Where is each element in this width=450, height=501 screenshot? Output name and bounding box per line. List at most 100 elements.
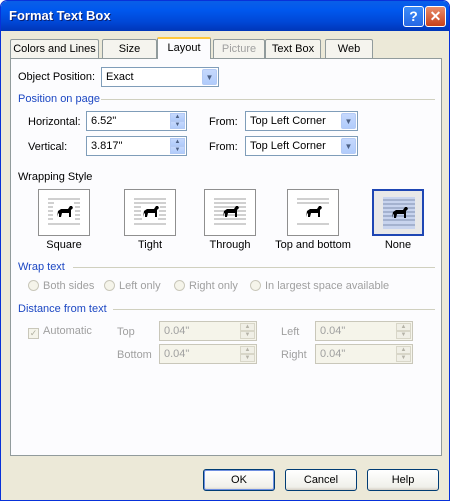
automatic-checkbox[interactable]: ✓ Automatic (28, 325, 92, 339)
wrap-tight-button[interactable] (124, 189, 176, 236)
tab-colors-and-lines[interactable]: Colors and Lines (10, 39, 99, 58)
spin-up-icon[interactable]: ▲ (396, 346, 411, 354)
question-mark-icon: ? (409, 8, 418, 24)
vertical-from-label: From: (209, 141, 238, 153)
radio-label: In largest space available (265, 280, 390, 292)
title-bar[interactable]: Format Text Box ? ✕ (1, 1, 449, 31)
tab-label: Colors and Lines (13, 43, 96, 55)
wrap-tight-label: Tight (137, 239, 163, 251)
spin-down-icon[interactable]: ▼ (240, 354, 255, 362)
spin-down-icon[interactable]: ▼ (170, 121, 185, 129)
tab-strip: Colors and Lines Size Layout Picture Tex… (10, 37, 440, 59)
chevron-down-icon[interactable]: ▼ (341, 113, 356, 129)
wrap-through-label: Through (209, 239, 251, 251)
horizontal-label: Horizontal: (28, 116, 81, 128)
horizontal-from-label: From: (209, 116, 238, 128)
wrap-both-sides-radio[interactable]: Both sides (28, 280, 94, 293)
format-text-box-dialog: Format Text Box ? ✕ Colors and Lines Siz… (0, 0, 450, 501)
wrap-none-icon (383, 197, 415, 229)
top-spinner[interactable]: 0.04" ▲ ▼ (159, 321, 257, 341)
wrap-top-bottom-label: Top and bottom (275, 239, 351, 251)
wrap-through-icon (214, 196, 246, 228)
tab-picture: Picture (213, 39, 265, 58)
tab-label: Size (118, 43, 141, 55)
wrap-largest-space-radio[interactable]: In largest space available (250, 280, 389, 293)
spin-down-icon[interactable]: ▼ (396, 354, 411, 362)
radio-icon (174, 280, 185, 291)
chevron-down-icon[interactable]: ▼ (341, 138, 356, 154)
object-position-label: Object Position: (18, 71, 96, 83)
top-value: 0.04" (164, 325, 190, 337)
divider (73, 267, 435, 268)
radio-icon (28, 280, 39, 291)
check-icon: ✓ (28, 328, 39, 339)
tab-layout[interactable]: Layout (157, 37, 211, 59)
wrap-tight-icon (134, 196, 166, 228)
tab-web[interactable]: Web (325, 39, 373, 58)
spin-down-icon[interactable]: ▼ (170, 146, 185, 154)
radio-label: Left only (119, 280, 161, 292)
close-icon: ✕ (429, 8, 442, 24)
wrap-through-button[interactable] (204, 189, 256, 236)
vertical-from-select[interactable]: Top Left Corner ▼ (245, 136, 358, 156)
spin-up-icon[interactable]: ▲ (396, 323, 411, 331)
radio-label: Both sides (43, 280, 95, 292)
close-title-button[interactable]: ✕ (425, 6, 446, 27)
wrap-square-icon (48, 196, 80, 228)
checkbox-label: Automatic (43, 325, 92, 337)
chevron-down-icon[interactable]: ▼ (202, 69, 217, 85)
spin-down-icon[interactable]: ▼ (240, 331, 255, 339)
position-on-page-heading: Position on page (18, 93, 100, 105)
dialog-title: Format Text Box (9, 8, 111, 23)
tab-label: Web (337, 43, 361, 55)
wrap-right-only-radio[interactable]: Right only (174, 280, 238, 293)
horizontal-from-value: Top Left Corner (250, 115, 326, 127)
spin-up-icon[interactable]: ▲ (240, 323, 255, 331)
radio-icon (250, 280, 261, 291)
left-value: 0.04" (320, 325, 346, 337)
divider (101, 99, 435, 100)
tab-label: Picture (221, 43, 257, 55)
spin-up-icon[interactable]: ▲ (240, 346, 255, 354)
wrap-none-button[interactable] (372, 189, 424, 236)
horizontal-from-select[interactable]: Top Left Corner ▼ (245, 111, 358, 131)
left-spinner[interactable]: 0.04" ▲ ▼ (315, 321, 413, 341)
wrap-square-label: Square (46, 239, 82, 251)
distance-from-text-heading: Distance from text (18, 303, 107, 315)
wrapping-style-heading: Wrapping Style (18, 171, 93, 183)
radio-label: Right only (189, 280, 238, 292)
help-button[interactable]: Help (367, 469, 439, 491)
radio-icon (104, 280, 115, 291)
wrap-top-bottom-icon (297, 196, 329, 228)
wrap-square-button[interactable] (38, 189, 90, 236)
left-label: Left (281, 326, 300, 338)
help-title-button[interactable]: ? (403, 6, 424, 27)
bottom-spinner[interactable]: 0.04" ▲ ▼ (159, 344, 257, 364)
tab-size[interactable]: Size (102, 39, 157, 58)
wrap-left-only-radio[interactable]: Left only (104, 280, 161, 293)
wrap-text-heading: Wrap text (18, 261, 65, 273)
wrap-top-and-bottom-button[interactable] (287, 189, 339, 236)
right-spinner[interactable]: 0.04" ▲ ▼ (315, 344, 413, 364)
ok-button[interactable]: OK (203, 469, 275, 491)
object-position-value: Exact (106, 71, 134, 83)
vertical-value: 3.817" (91, 140, 123, 152)
bottom-label: Bottom (117, 349, 152, 361)
vertical-label: Vertical: (28, 141, 68, 153)
tab-label: Text Box (271, 43, 315, 55)
spin-up-icon[interactable]: ▲ (170, 113, 185, 121)
horizontal-spinner[interactable]: 6.52" ▲ ▼ (86, 111, 187, 131)
vertical-from-value: Top Left Corner (250, 140, 326, 152)
right-label: Right (281, 349, 307, 361)
spin-down-icon[interactable]: ▼ (396, 331, 411, 339)
spin-up-icon[interactable]: ▲ (170, 138, 185, 146)
horizontal-value: 6.52" (91, 115, 117, 127)
tab-text-box[interactable]: Text Box (265, 39, 321, 58)
object-position-select[interactable]: Exact ▼ (101, 67, 219, 87)
wrap-none-label: None (384, 239, 412, 251)
vertical-spinner[interactable]: 3.817" ▲ ▼ (86, 136, 187, 156)
cancel-button[interactable]: Cancel (285, 469, 357, 491)
top-label: Top (117, 326, 135, 338)
right-value: 0.04" (320, 348, 346, 360)
divider (113, 309, 435, 310)
